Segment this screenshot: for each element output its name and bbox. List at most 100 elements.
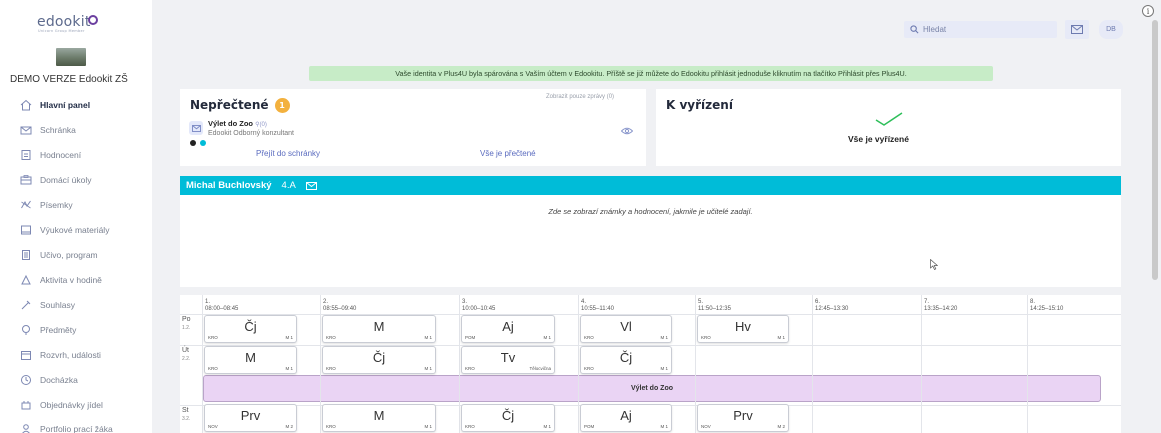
sidebar-item-12[interactable]: Objednávky jídel: [20, 397, 103, 413]
grid-line: [695, 295, 696, 433]
period-header: 3. 10:00–10:45: [462, 299, 495, 313]
search-input[interactable]: [923, 25, 1043, 34]
lesson-room: M 1: [660, 366, 668, 371]
user-avatar[interactable]: DB: [1099, 20, 1123, 39]
lesson-subject: Hv: [735, 319, 751, 334]
lesson-card[interactable]: M KRO M 1: [204, 346, 297, 374]
checkmark-icon: [875, 112, 903, 126]
unread-count-badge: 1: [274, 98, 290, 113]
sidebar-item-4[interactable]: Písemky: [20, 197, 73, 213]
lesson-subject: Čj: [619, 350, 633, 365]
lesson-room: M 2: [777, 424, 785, 429]
lesson-card[interactable]: M KRO M 1: [322, 315, 436, 343]
sidebar-item-label: Učivo, program: [40, 250, 98, 260]
subjects-icon: [20, 324, 32, 336]
lesson-teacher: NOV: [208, 424, 218, 429]
lesson-card[interactable]: Vl KRO M 1: [580, 315, 672, 343]
lesson-card[interactable]: Čj KRO M 1: [204, 315, 297, 343]
show-messages-only-link[interactable]: Zobrazit pouze zprávy (0): [546, 94, 614, 100]
sidebar-item-label: Výukové materiály: [40, 225, 110, 235]
curriculum-icon: [20, 249, 32, 261]
lesson-card[interactable]: M KRO M 1: [322, 404, 436, 432]
lesson-room: M 1: [285, 366, 293, 371]
sidebar-item-11[interactable]: Docházka: [20, 372, 78, 388]
student-class: 4.A: [281, 180, 296, 191]
grid-line: [921, 295, 922, 433]
go-to-inbox-link[interactable]: Přejít do schránky: [256, 149, 320, 158]
sidebar-item-label: Portfolio prací žáka: [40, 424, 113, 433]
sidebar-item-13[interactable]: Portfolio prací žáka: [20, 421, 113, 433]
sidebar-item-label: Souhlasy: [40, 300, 75, 310]
sidebar-item-6[interactable]: Učivo, program: [20, 247, 98, 263]
lesson-teacher: KRO: [465, 366, 475, 371]
school-image: [56, 48, 86, 66]
lesson-card[interactable]: Čj KRO M 1: [461, 404, 555, 432]
day-name: Út: [182, 347, 189, 354]
student-header[interactable]: Michal Buchlovský 4.A: [180, 176, 1121, 195]
grid-line: [578, 295, 579, 433]
lesson-teacher: POM: [465, 335, 476, 340]
period-time: 08:00–08:45: [205, 306, 239, 312]
period-number: 8.: [1030, 299, 1036, 305]
lesson-subject: Aj: [502, 319, 514, 334]
lesson-teacher: KRO: [701, 335, 711, 340]
eye-icon[interactable]: [620, 127, 634, 138]
tests-icon: [20, 199, 32, 211]
tag-dot-dark: [190, 140, 196, 146]
school-name: DEMO VERZE Edookit ZŠ: [10, 74, 128, 85]
student-name: Michal Buchlovský: [186, 180, 272, 191]
pending-card: K vyřízení Vše je vyřízené: [656, 89, 1121, 166]
lesson-teacher: POM: [584, 424, 595, 429]
period-number: 1.: [205, 299, 211, 305]
page-scrollbar[interactable]: [1152, 20, 1158, 280]
sidebar-item-5[interactable]: Výukové materiály: [20, 222, 109, 238]
message-tags: [190, 140, 206, 146]
mark-all-read-link[interactable]: Vše je přečtené: [480, 149, 536, 158]
info-icon[interactable]: i: [1142, 5, 1154, 17]
attachment-count: (0): [259, 122, 267, 128]
lesson-teacher: KRO: [208, 335, 218, 340]
event-zoo-trip[interactable]: Výlet do Zoo: [203, 375, 1101, 402]
message-sender: Edookit Odborný konzultant: [208, 130, 294, 137]
message-subject[interactable]: Výlet do Zoo ⚲(0): [208, 119, 267, 128]
lesson-card[interactable]: Prv NOV M 2: [204, 404, 297, 432]
sidebar-item-9[interactable]: Předměty: [20, 322, 76, 338]
grid-line: [1027, 295, 1028, 433]
schedule-icon: [20, 349, 32, 361]
portfolio-icon: [20, 423, 32, 433]
sidebar: edookit Unicorn Group Member DEMO VERZE …: [0, 0, 152, 433]
period-number: 2.: [323, 299, 329, 305]
period-header: 5. 11:50–12:35: [698, 299, 731, 313]
sidebar-item-2[interactable]: Hodnocení: [20, 147, 81, 163]
grades-panel: Zde se zobrazí známky a hodnocení, jakmi…: [180, 195, 1121, 287]
period-time: 14:25–15:10: [1030, 306, 1064, 312]
period-time: 11:50–12:35: [698, 306, 731, 312]
sidebar-item-1[interactable]: Schránka: [20, 122, 76, 138]
lesson-card[interactable]: Hv KRO M 1: [697, 315, 789, 343]
lesson-room: M 1: [424, 335, 432, 340]
day-name: Po: [182, 316, 191, 323]
sidebar-item-8[interactable]: Souhlasy: [20, 297, 75, 313]
sidebar-item-10[interactable]: Rozvrh, události: [20, 347, 101, 363]
period-number: 5.: [698, 299, 704, 305]
message-subject-text[interactable]: Výlet do Zoo: [208, 119, 253, 128]
lesson-room: M 1: [660, 424, 668, 429]
unread-title: Nepřečtené 1: [190, 98, 290, 113]
lesson-card[interactable]: Čj KRO M 1: [322, 346, 436, 374]
search-box[interactable]: [904, 21, 1057, 38]
sidebar-item-7[interactable]: Aktivita v hodině: [20, 272, 102, 288]
messages-button[interactable]: [1065, 20, 1089, 39]
lesson-room: M 1: [285, 335, 293, 340]
lesson-card[interactable]: Aj POM M 1: [461, 315, 555, 343]
sidebar-item-0[interactable]: Hlavní panel: [20, 97, 90, 113]
lesson-card[interactable]: Prv NOV M 2: [697, 404, 789, 432]
sidebar-item-3[interactable]: Domácí úkoly: [20, 172, 92, 188]
lesson-card[interactable]: Aj POM M 1: [580, 404, 672, 432]
lesson-teacher: KRO: [326, 335, 336, 340]
student-mail-icon[interactable]: [305, 181, 317, 190]
lesson-card[interactable]: Tv KRO Tělocvična: [461, 346, 555, 374]
lesson-teacher: NOV: [701, 424, 711, 429]
lesson-teacher: KRO: [326, 424, 336, 429]
lesson-card[interactable]: Čj KRO M 1: [580, 346, 672, 374]
edookit-logo[interactable]: edookit: [37, 14, 91, 30]
